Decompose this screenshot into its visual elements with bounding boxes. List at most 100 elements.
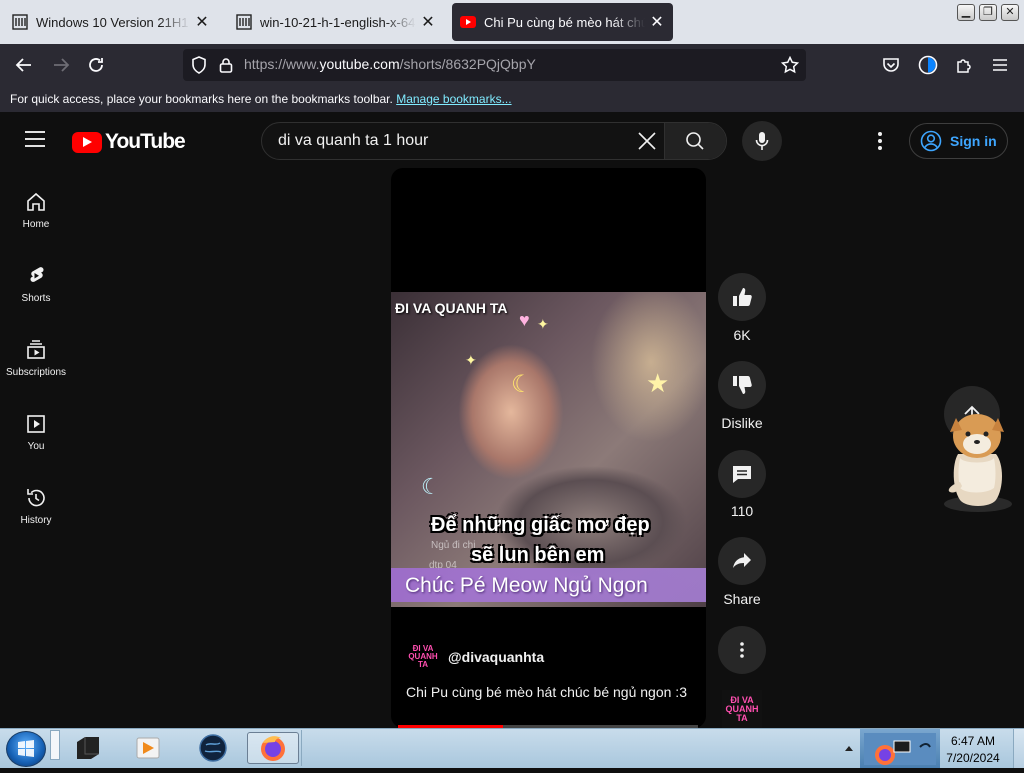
tray-preview-thumbnail[interactable] bbox=[860, 729, 940, 768]
reload-icon[interactable] bbox=[83, 52, 109, 78]
dislike-label: Dislike bbox=[721, 415, 763, 431]
lyric-line-2: sẽ lun bên em bbox=[471, 544, 605, 566]
url-text[interactable]: https://www.youtube.com/shorts/8632PQjQb… bbox=[244, 56, 536, 72]
tab-title: win-10-21-h-1-english-x-64_202 bbox=[260, 14, 416, 30]
archive-icon bbox=[236, 14, 252, 30]
clock-date: 7/20/2024 bbox=[946, 751, 1000, 765]
minimize-button[interactable]: ▁ bbox=[957, 4, 975, 21]
subtitle-banner-text: Chúc Pé Meow Ngủ Ngon bbox=[405, 574, 648, 597]
extensions-icon[interactable] bbox=[951, 52, 977, 78]
sidebar-item-you[interactable]: You bbox=[0, 413, 72, 452]
bookmarks-toolbar: For quick access, place your bookmarks h… bbox=[0, 86, 1024, 112]
video-frame[interactable]: ĐI VA QUANH TA ♥ ✦ ✦ ☾ ★ ☾ Ngủ đi chị dt… bbox=[391, 292, 706, 607]
search-icon bbox=[686, 132, 704, 150]
globe-icon bbox=[199, 734, 227, 762]
comment-count: 110 bbox=[730, 503, 754, 519]
moon-icon: ☾ bbox=[511, 371, 533, 398]
tab-title: Chi Pu cùng bé mèo hát chúc bé bbox=[484, 14, 645, 30]
terminal-icon bbox=[77, 737, 99, 759]
more-actions-button[interactable] bbox=[718, 626, 766, 674]
share-label: Share bbox=[723, 591, 761, 607]
moon-icon: ☾ bbox=[421, 474, 441, 499]
taskbar-separator bbox=[50, 730, 60, 760]
taskbar-clock[interactable]: 6:47 AM 7/20/2024 bbox=[936, 733, 1010, 767]
channel-info[interactable]: ĐI VA QUANH TA @divaquanhta bbox=[406, 640, 544, 674]
browser-tab-active[interactable]: Chi Pu cùng bé mèo hát chúc bé ✕ bbox=[452, 3, 673, 41]
close-tab-icon[interactable]: ✕ bbox=[420, 12, 436, 32]
user-circle-icon bbox=[920, 130, 942, 152]
sparkle-icon: ✦ bbox=[537, 316, 549, 332]
subscriptions-icon bbox=[27, 340, 45, 359]
more-vertical-icon bbox=[740, 642, 744, 658]
taskbar-app-globe[interactable] bbox=[193, 732, 233, 764]
like-count: 6K bbox=[733, 327, 751, 343]
like-button[interactable] bbox=[718, 273, 766, 321]
search-input[interactable]: di va quanh ta 1 hour bbox=[278, 132, 428, 150]
sidebar-label: You bbox=[27, 441, 45, 452]
sidebar-item-history[interactable]: History bbox=[0, 487, 72, 526]
youtube-logo[interactable]: YouTube bbox=[72, 130, 186, 154]
star-bookmark-icon[interactable] bbox=[777, 52, 803, 78]
home-icon bbox=[27, 192, 45, 211]
microphone-icon bbox=[755, 132, 769, 150]
share-icon bbox=[733, 553, 751, 568]
thumbs-up-icon bbox=[733, 288, 752, 306]
menu-hamburger-icon[interactable] bbox=[987, 52, 1013, 78]
archive-icon bbox=[12, 14, 28, 30]
sidebar-item-shorts[interactable]: Shorts bbox=[0, 265, 72, 304]
sidebar-label: Shorts bbox=[21, 293, 51, 304]
taskbar-separator bbox=[301, 730, 306, 766]
sparkle-icon: ★ bbox=[646, 368, 670, 398]
triangle-up-icon bbox=[845, 746, 853, 751]
browser-tab-1[interactable]: Windows 10 Version 21H1 - English ✕ bbox=[4, 4, 218, 40]
tab-title: Windows 10 Version 21H1 - English bbox=[36, 14, 190, 30]
manage-bookmarks-link[interactable]: Manage bookmarks... bbox=[396, 92, 511, 106]
comment-icon bbox=[733, 466, 751, 483]
close-tab-icon[interactable]: ✕ bbox=[194, 12, 210, 32]
start-button[interactable] bbox=[6, 731, 46, 767]
search-button[interactable] bbox=[665, 123, 726, 159]
show-hidden-icons-button[interactable] bbox=[840, 730, 858, 766]
sidebar-item-subscriptions[interactable]: Subscriptions bbox=[0, 339, 72, 378]
taskbar-app-media-player[interactable] bbox=[128, 732, 168, 764]
more-options-icon[interactable] bbox=[877, 131, 883, 156]
sound-thumbnail[interactable]: ĐI VA QUANH TA bbox=[722, 690, 762, 728]
shorts-icon bbox=[30, 267, 44, 282]
faint-text: Ngủ đi chị bbox=[431, 540, 476, 551]
video-description[interactable]: Chi Pu cùng bé mèo hát chúc bé ngủ ngon … bbox=[406, 684, 687, 700]
clock-time: 6:47 AM bbox=[950, 734, 996, 748]
share-button[interactable] bbox=[718, 537, 766, 585]
forward-arrow-icon[interactable] bbox=[48, 52, 74, 78]
sidebar-label: Home bbox=[22, 219, 50, 230]
channel-avatar[interactable]: ĐI VA QUANH TA bbox=[406, 640, 440, 674]
restore-button[interactable]: ❐ bbox=[979, 4, 997, 21]
windows-logo-icon bbox=[18, 740, 34, 757]
comments-button[interactable] bbox=[718, 450, 766, 498]
dislike-button[interactable] bbox=[718, 361, 766, 409]
shield-icon[interactable] bbox=[186, 52, 212, 78]
youtube-play-icon bbox=[72, 131, 102, 153]
history-icon bbox=[27, 489, 45, 507]
taskbar-app-terminal[interactable] bbox=[68, 732, 108, 764]
you-icon bbox=[27, 415, 45, 433]
sidebar-item-home[interactable]: Home bbox=[0, 191, 72, 230]
close-tab-icon[interactable]: ✕ bbox=[649, 12, 665, 32]
youtube-icon bbox=[460, 14, 476, 30]
channel-handle[interactable]: @divaquanhta bbox=[448, 649, 544, 665]
browser-tab-2[interactable]: win-10-21-h-1-english-x-64_202 ✕ bbox=[228, 4, 444, 40]
lock-icon[interactable] bbox=[213, 52, 239, 78]
account-sync-icon[interactable] bbox=[915, 52, 941, 78]
guide-menu-icon[interactable] bbox=[24, 130, 46, 153]
taskbar-app-firefox[interactable] bbox=[247, 732, 299, 764]
pocket-icon[interactable] bbox=[878, 52, 904, 78]
show-desktop-button[interactable] bbox=[1013, 729, 1024, 768]
sign-in-label: Sign in bbox=[950, 133, 997, 149]
tray-icons bbox=[864, 733, 936, 765]
sparkle-icon: ♥ bbox=[519, 310, 530, 330]
clear-search-icon[interactable] bbox=[637, 131, 657, 156]
sign-in-button[interactable]: Sign in bbox=[909, 123, 1008, 159]
youtube-logo-text: YouTube bbox=[105, 130, 186, 153]
close-window-button[interactable]: ✕ bbox=[1001, 4, 1019, 21]
voice-search-button[interactable] bbox=[742, 121, 782, 161]
back-arrow-icon[interactable] bbox=[11, 52, 37, 78]
